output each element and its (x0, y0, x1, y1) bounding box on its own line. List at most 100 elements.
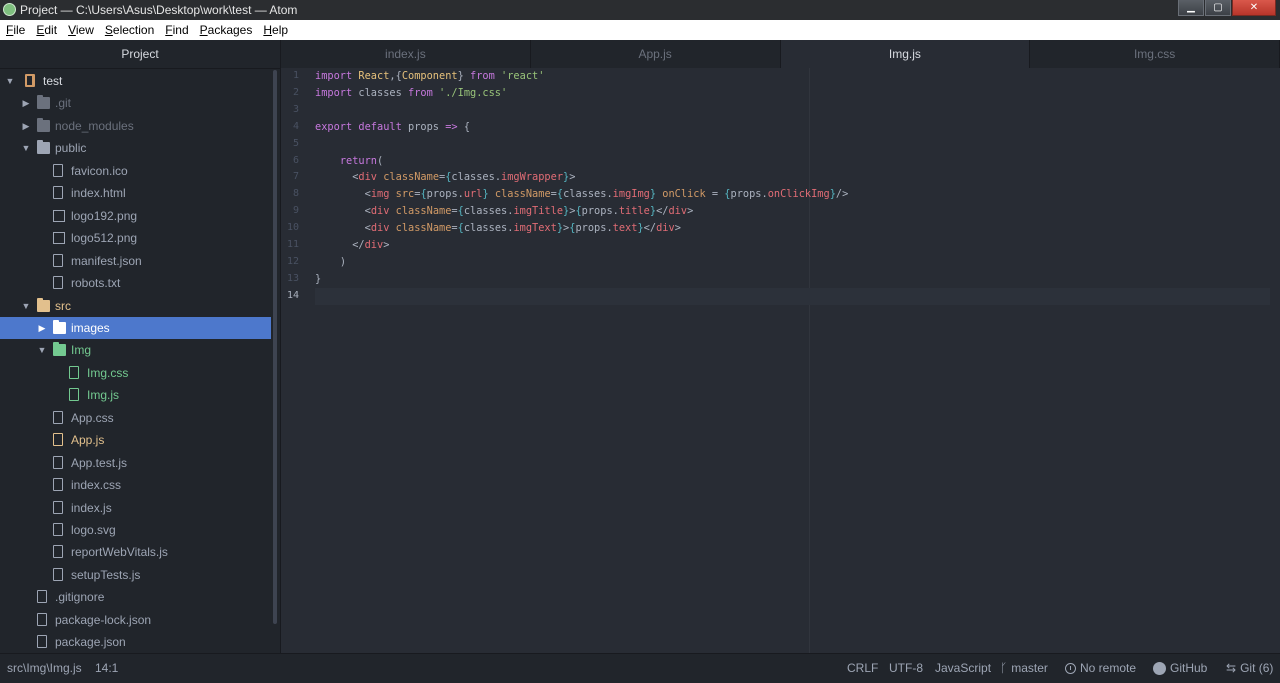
tree-item[interactable]: Img.css (0, 362, 271, 384)
code-line[interactable]: </div> (315, 237, 389, 254)
code-line[interactable]: } (315, 271, 321, 288)
tree-item-label: index.css (71, 478, 122, 493)
line-number: 10 (286, 222, 299, 234)
line-number: 13 (286, 272, 299, 284)
atom-logo-icon (3, 3, 16, 16)
file-icon (37, 612, 47, 626)
grammar-status[interactable]: JavaScript (935, 654, 991, 683)
tree-item[interactable]: ▶ .git (0, 92, 271, 114)
tree-item[interactable]: ▼ public (0, 137, 271, 159)
code-line[interactable]: <img src={props.url} className={classes.… (315, 186, 849, 203)
tree-item[interactable]: package-lock.json (0, 609, 271, 631)
tree-item[interactable]: index.css (0, 474, 271, 496)
menu-edit[interactable]: Edit (30, 20, 62, 40)
tree-item-label: Img.js (87, 388, 120, 403)
chevron-down-icon[interactable]: ▼ (21, 295, 31, 317)
code-line[interactable]: <div className={classes.imgText}>{props.… (315, 220, 681, 237)
tree-view-scrollbar[interactable] (273, 70, 277, 624)
chevron-down-icon[interactable]: ▼ (5, 70, 15, 92)
tree-item[interactable]: ▼ Img (0, 339, 271, 361)
line-ending-status[interactable]: CRLF (847, 654, 878, 683)
code-line[interactable]: <div className={classes.imgTitle}>{props… (315, 203, 694, 220)
maximize-button[interactable]: ▢ (1205, 0, 1231, 16)
tree-item[interactable]: logo192.png (0, 205, 271, 227)
code-line[interactable]: return( (315, 153, 383, 170)
tree-item[interactable]: App.css (0, 407, 271, 429)
tree-item[interactable]: index.html (0, 182, 271, 204)
tab-img-js[interactable]: Img.js (780, 40, 1031, 69)
remote-label: No remote (1080, 661, 1137, 675)
tree-item[interactable]: ▶ images (0, 316, 271, 339)
code-line[interactable]: import classes from './Img.css' (315, 85, 507, 102)
minimize-button[interactable]: ▁ (1178, 0, 1204, 16)
line-number: 4 (292, 120, 299, 132)
file-icon (53, 545, 63, 559)
tree-view-header[interactable]: Project (0, 40, 280, 69)
line-number: 3 (292, 103, 299, 115)
tree-item[interactable]: ▶ node_modules (0, 115, 271, 137)
folder-icon (37, 140, 50, 155)
git-status[interactable]: ⇆ Git (6) (1226, 654, 1273, 683)
chevron-down-icon[interactable]: ▼ (37, 339, 47, 361)
cursor-position-status[interactable]: 14:1 (95, 654, 118, 683)
tree-item[interactable]: index.js (0, 497, 271, 519)
tab-img-css[interactable]: Img.css (1030, 40, 1280, 68)
tree-item[interactable]: favicon.ico (0, 160, 271, 182)
menu-packages[interactable]: Packages (194, 20, 258, 40)
tree-item[interactable]: ▼ test (0, 70, 271, 92)
folder-icon (37, 117, 50, 132)
branch-status[interactable]: ᚴ master (1000, 654, 1048, 683)
chevron-down-icon[interactable]: ▼ (21, 137, 31, 159)
file-icon (37, 590, 47, 604)
tree-item[interactable]: reportWebVitals.js (0, 541, 271, 563)
menu-view[interactable]: View (62, 20, 99, 40)
remote-status[interactable]: No remote (1065, 654, 1136, 683)
file-path-status[interactable]: src\Img\Img.js (7, 654, 82, 683)
branch-label: master (1011, 661, 1048, 675)
tree-item[interactable]: App.js (0, 429, 271, 451)
git-branch-icon: ᚴ (1000, 661, 1008, 676)
close-button[interactable]: ✕ (1232, 0, 1276, 16)
tree-item[interactable]: manifest.json (0, 250, 271, 272)
code-line[interactable]: <div className={classes.imgWrapper}> (315, 169, 575, 186)
code-line[interactable]: ) (315, 254, 346, 271)
line-number: 2 (292, 86, 299, 98)
chevron-right-icon[interactable]: ▶ (37, 317, 47, 339)
tree-item-label: index.html (71, 186, 126, 201)
chevron-right-icon[interactable]: ▶ (21, 115, 31, 137)
tree-item[interactable]: logo.svg (0, 519, 271, 541)
file-icon (37, 635, 47, 649)
tree-item[interactable]: setupTests.js (0, 564, 271, 586)
file-icon (53, 455, 63, 469)
tree-item-label: index.js (71, 500, 112, 515)
chevron-right-icon[interactable]: ▶ (21, 92, 31, 114)
menu-find[interactable]: Find (159, 20, 193, 40)
menu-help[interactable]: Help (257, 20, 293, 40)
menu-file[interactable]: File (0, 20, 30, 40)
tree-item-label: App.css (71, 410, 114, 425)
image-icon (53, 209, 65, 222)
file-icon (53, 523, 63, 536)
tree-item-label: setupTests.js (71, 567, 141, 582)
tree-item[interactable]: package.json (0, 631, 271, 653)
github-status[interactable]: GitHub (1153, 654, 1207, 683)
line-number-gutter[interactable]: 1 2 3 4 5 6 7 8 9 10 11 12 13 14 (281, 68, 307, 653)
line-number: 11 (286, 239, 299, 250)
file-icon (53, 276, 63, 290)
tree-item[interactable]: robots.txt (0, 272, 271, 294)
tree-item[interactable]: .gitignore (0, 586, 271, 608)
tab-index-js[interactable]: index.js (281, 40, 531, 68)
tree-item[interactable]: Img.js (0, 384, 271, 406)
menu-selection[interactable]: Selection (99, 20, 159, 40)
text-editor[interactable]: 1 2 3 4 5 6 7 8 9 10 11 12 13 14 import React,{Compon… (281, 68, 1280, 653)
code-line[interactable]: import React,{Component} from 'react' (315, 68, 544, 85)
tree-item[interactable]: App.test.js (0, 452, 271, 474)
tab-app-js[interactable]: App.js (531, 40, 781, 68)
tree-item-label: manifest.json (71, 253, 142, 268)
tree-item-label: logo512.png (71, 231, 138, 246)
file-icon (53, 478, 63, 492)
tree-item[interactable]: ▼ src (0, 295, 271, 317)
tree-item[interactable]: logo512.png (0, 227, 271, 249)
encoding-status[interactable]: UTF-8 (889, 654, 923, 683)
code-line[interactable]: export default props => { (315, 119, 470, 136)
